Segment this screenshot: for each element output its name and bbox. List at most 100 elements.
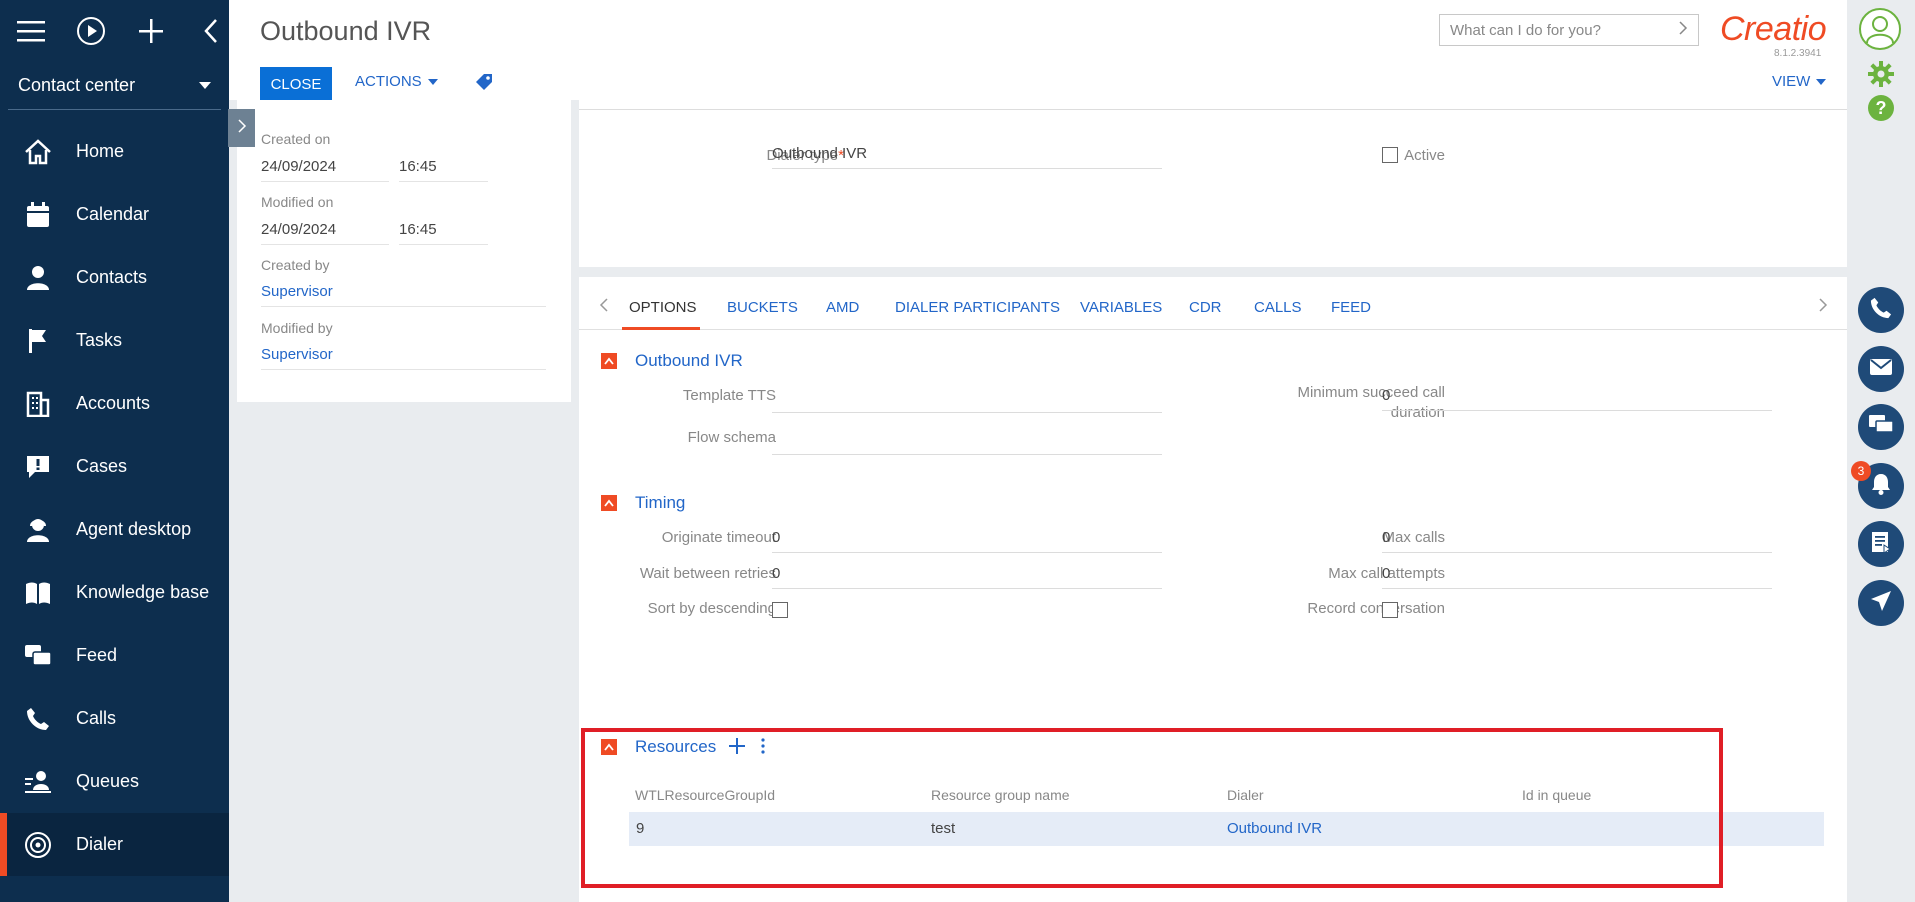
page-title: Outbound IVR: [260, 16, 432, 46]
expand-panel-button[interactable]: [228, 109, 255, 147]
modified-on-date[interactable]: 24/09/2024: [261, 221, 389, 245]
tab-buckets[interactable]: BUCKETS: [727, 299, 798, 316]
avatar[interactable]: [1859, 8, 1901, 50]
wait-between-retries-label: Wait between retries: [639, 565, 776, 582]
gear-icon[interactable]: [1867, 60, 1895, 92]
email-button[interactable]: [1858, 346, 1904, 392]
sidebar-item-knowledge-base[interactable]: Knowledge base: [0, 561, 229, 624]
help-icon[interactable]: ?: [1868, 95, 1894, 121]
created-by-link[interactable]: Supervisor: [261, 283, 546, 307]
active-tab-indicator: [622, 327, 700, 330]
tab-dialer-participants[interactable]: DIALER PARTICIPANTS: [895, 299, 1060, 316]
sidebar-item-cases[interactable]: Cases: [0, 435, 229, 498]
send-button[interactable]: [1858, 580, 1904, 626]
sidebar-item-queues[interactable]: Queues: [0, 750, 229, 813]
sidebar-toolbar: [0, 0, 229, 62]
close-button[interactable]: CLOSE: [260, 67, 332, 101]
modified-by-link[interactable]: Supervisor: [261, 346, 546, 370]
menu-icon[interactable]: [16, 16, 46, 46]
chevron-right-icon: [1678, 21, 1688, 39]
section-title-outbound-ivr[interactable]: Outbound IVR: [635, 351, 743, 371]
sidebar-item-accounts[interactable]: Accounts: [0, 372, 229, 435]
sort-by-descending-label: Sort by descending: [647, 600, 776, 617]
chevron-right-icon[interactable]: [1818, 297, 1828, 317]
originate-timeout-field[interactable]: 0: [772, 529, 1162, 553]
play-icon[interactable]: [76, 16, 106, 46]
scrolled-field-edge: [579, 100, 1847, 110]
chevron-left-icon[interactable]: [599, 297, 609, 317]
view-button[interactable]: VIEW: [1772, 73, 1827, 90]
collapse-icon[interactable]: [196, 16, 226, 46]
tab-feed[interactable]: FEED: [1331, 299, 1371, 316]
sidebar-item-label: Feed: [76, 645, 118, 665]
contacts-icon: [24, 264, 52, 292]
collapse-section-button[interactable]: [601, 495, 617, 511]
wait-between-retries-field[interactable]: 0: [772, 565, 1162, 589]
sidebar-item-tasks[interactable]: Tasks: [0, 309, 229, 372]
queues-icon: [24, 768, 52, 796]
chevron-up-icon: [604, 357, 614, 365]
cases-icon: [24, 453, 52, 481]
tab-cdr[interactable]: CDR: [1189, 299, 1222, 316]
sidebar-item-label: Calendar: [76, 204, 150, 224]
resources-highlight-frame: [581, 728, 1723, 888]
sidebar-item-feed[interactable]: Feed: [0, 624, 229, 687]
actions-label: ACTIONS: [355, 73, 422, 90]
notification-count-badge: 3: [1851, 461, 1871, 481]
chat-icon: [1869, 415, 1894, 439]
sidebar-item-label: Home: [76, 141, 125, 161]
collapse-section-button[interactable]: [601, 353, 617, 369]
creatio-logo: Creatio: [1720, 10, 1827, 48]
flow-schema-field[interactable]: [772, 429, 1162, 455]
tab-amd[interactable]: AMD: [826, 299, 859, 316]
tab-calls[interactable]: CALLS: [1254, 299, 1302, 316]
sidebar-item-contacts[interactable]: Contacts: [0, 246, 229, 309]
feed-icon: [24, 642, 52, 670]
phone-button[interactable]: [1858, 287, 1904, 333]
sort-by-descending-checkbox[interactable]: [772, 602, 788, 618]
chat-button[interactable]: [1858, 404, 1904, 450]
created-on-date[interactable]: 24/09/2024: [261, 158, 389, 182]
tab-options[interactable]: OPTIONS: [629, 299, 697, 316]
sidebar-item-dialer[interactable]: Dialer: [0, 813, 229, 876]
created-by-label: Created by: [261, 257, 330, 273]
tab-bar: OPTIONS BUCKETS AMD DIALER PARTICIPANTS …: [579, 277, 1847, 330]
sidebar: Contact center Home Calendar Contacts Ta…: [0, 0, 229, 902]
dialer-type-field[interactable]: Outbound IVR: [772, 145, 1162, 169]
tag-icon[interactable]: [475, 73, 493, 95]
sidebar-item-label: Cases: [76, 456, 128, 476]
active-checkbox[interactable]: [1382, 147, 1398, 163]
max-call-attempts-field[interactable]: 0: [1382, 565, 1772, 589]
created-on-time[interactable]: 16:45: [399, 158, 488, 182]
sidebar-item-label: Knowledge base: [76, 582, 210, 602]
command-search-input[interactable]: What can I do for you?: [1439, 14, 1699, 46]
sidebar-item-calls[interactable]: Calls: [0, 687, 229, 750]
book-icon: [24, 579, 52, 607]
max-calls-field[interactable]: 0: [1382, 529, 1772, 553]
sidebar-item-calendar[interactable]: Calendar: [0, 183, 229, 246]
caret-down-icon: [427, 78, 438, 85]
workspace-selector[interactable]: Contact center: [8, 62, 221, 110]
tab-variables[interactable]: VARIABLES: [1080, 299, 1162, 316]
document-button[interactable]: [1858, 521, 1904, 567]
phone-icon: [24, 705, 52, 733]
created-on-label: Created on: [261, 131, 331, 147]
chevron-down-icon: [199, 82, 211, 89]
section-title-timing[interactable]: Timing: [635, 493, 685, 513]
record-info-card: Created on 24/09/2024 16:45 Modified on …: [237, 100, 571, 402]
sidebar-item-label: Tasks: [76, 330, 123, 350]
phone-icon: [1870, 297, 1892, 323]
template-tts-field[interactable]: [772, 387, 1162, 413]
actions-button[interactable]: ACTIONS: [355, 73, 438, 90]
min-succeed-field[interactable]: 0: [1382, 387, 1772, 411]
sidebar-item-home[interactable]: Home: [0, 120, 229, 183]
modified-on-time[interactable]: 16:45: [399, 221, 488, 245]
add-icon[interactable]: [136, 16, 166, 46]
modified-on-label: Modified on: [261, 194, 334, 210]
record-conversation-checkbox[interactable]: [1382, 602, 1398, 618]
document-icon: [1871, 531, 1891, 557]
flow-schema-label: Flow schema: [687, 429, 776, 446]
sidebar-item-agent-desktop[interactable]: Agent desktop: [0, 498, 229, 561]
sidebar-item-label: Contacts: [76, 267, 148, 287]
sidebar-item-label: Queues: [76, 771, 140, 791]
